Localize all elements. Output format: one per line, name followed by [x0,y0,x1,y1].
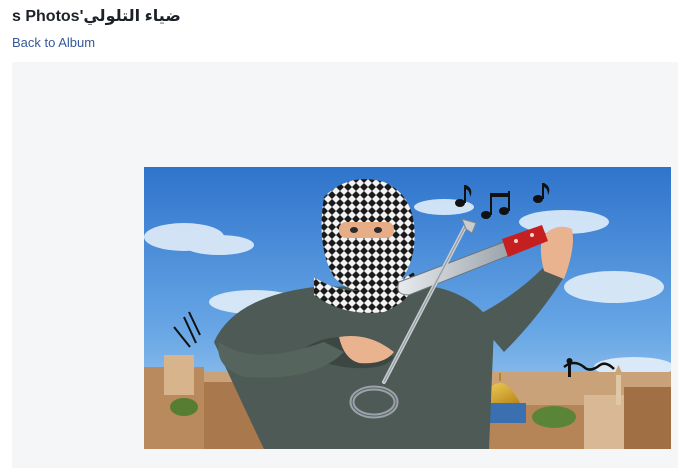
page-title: ضياء التلولي's Photos [12,8,181,25]
back-to-album-link[interactable]: Back to Album [12,35,95,50]
photo-stage [12,62,678,468]
photo-viewer-page: ضياء التلولي's Photos Back to Album [0,0,678,468]
photo-image[interactable] [144,167,671,449]
